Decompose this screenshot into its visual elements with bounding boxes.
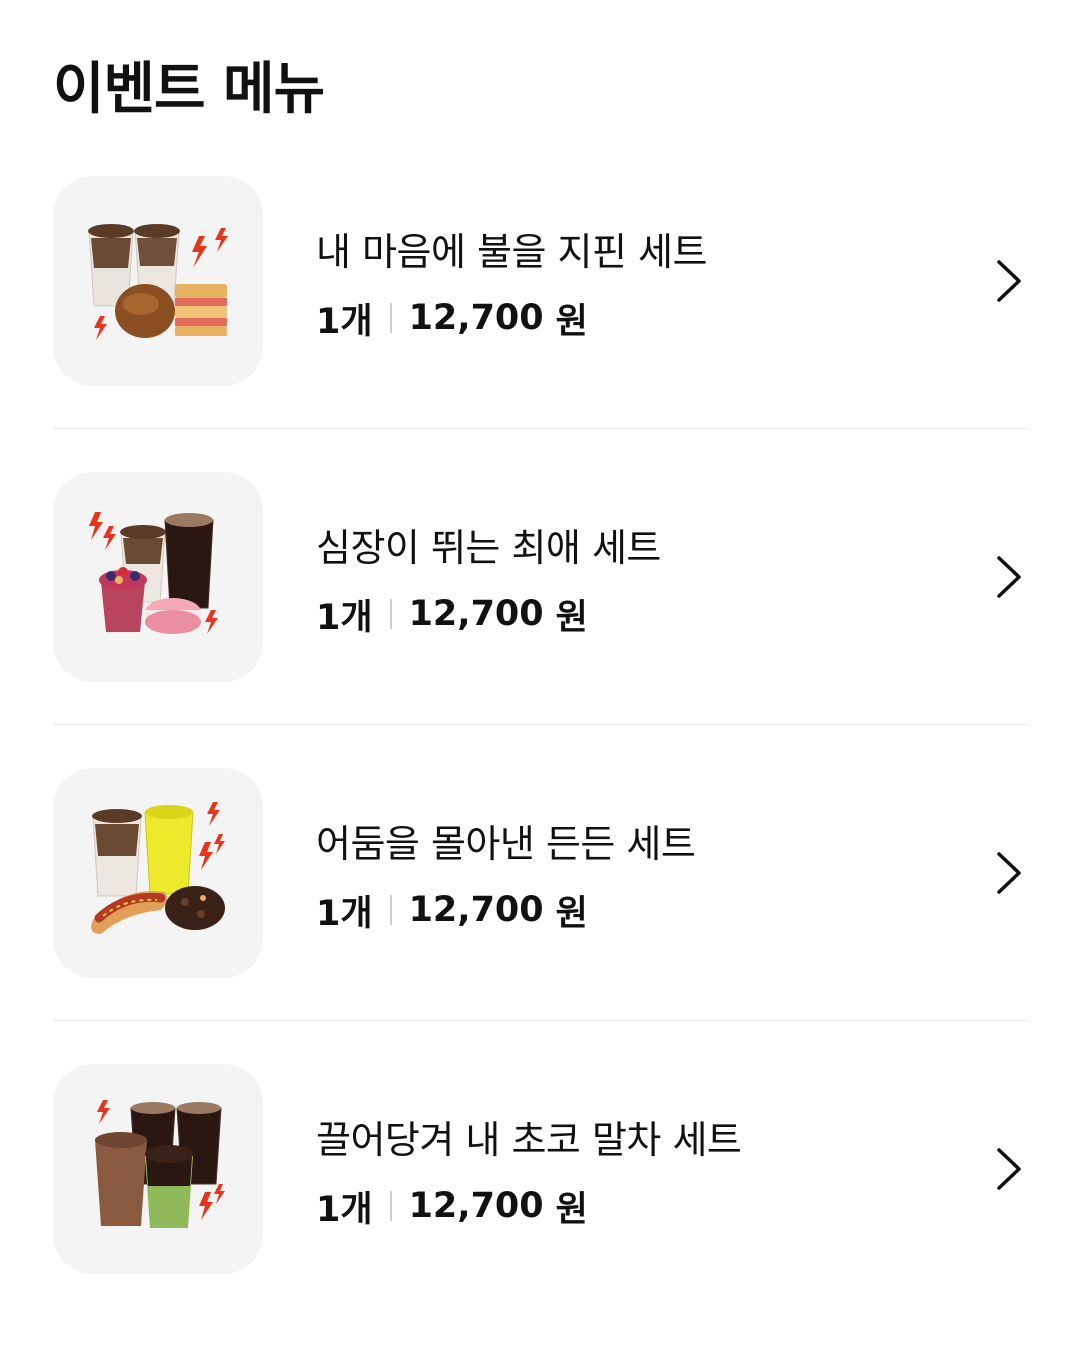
menu-item-name: 어둠을 몰아낸 든든 세트 [316,822,696,866]
divider [53,428,1028,429]
menu-item-name: 심장이 뛰는 최애 세트 [316,526,661,570]
menu-item-2[interactable]: 심장이 뛰는 최애 세트 1개 12,700 원 [53,472,1028,768]
menu-item-qty: 1개 [316,893,373,934]
menu-item-meta: 1개 12,700 원 [316,1184,588,1230]
meta-separator [389,303,392,333]
menu-item-currency: 원 [555,301,588,342]
menu-item-currency: 원 [555,893,588,934]
menu-item-1[interactable]: 내 마음에 불을 지핀 세트 1개 12,700 원 [53,176,1028,472]
chevron-right-icon[interactable] [994,554,1024,600]
chevron-right-icon[interactable] [994,258,1024,304]
menu-item-image [53,1064,263,1274]
event-menu-list: 내 마음에 불을 지핀 세트 1개 12,700 원 심장이 뛰는 최애 세트 … [53,176,1028,1360]
menu-item-name: 끌어당겨 내 초코 말차 세트 [316,1118,742,1162]
menu-item-meta: 1개 12,700 원 [316,888,588,934]
menu-item-price: 12,700 [408,1186,544,1226]
menu-item-price: 12,700 [408,890,544,930]
menu-item-image [53,768,263,978]
menu-item-price: 12,700 [408,298,544,338]
divider [53,1020,1028,1021]
choco-matcha-coffee-set-image [95,1100,225,1228]
menu-item-image [53,176,263,386]
divider [53,724,1028,725]
coffee-smoothie-macaron-set-image [89,512,218,634]
page-title: 이벤트 메뉴 [53,57,325,122]
menu-item-price: 12,700 [408,594,544,634]
chevron-right-icon[interactable] [994,1146,1024,1192]
meta-separator [389,895,392,925]
meta-separator [389,599,392,629]
menu-item-qty: 1개 [316,1189,373,1230]
latte-bread-sandwich-set-image [88,224,228,340]
latte-ade-hotdog-cookie-set-image [91,802,225,934]
menu-item-3[interactable]: 어둠을 몰아낸 든든 세트 1개 12,700 원 [53,768,1028,1064]
menu-item-qty: 1개 [316,597,373,638]
meta-separator [389,1191,392,1221]
menu-item-currency: 원 [555,1189,588,1230]
menu-item-currency: 원 [555,597,588,638]
menu-item-meta: 1개 12,700 원 [316,592,588,638]
menu-item-image [53,472,263,682]
menu-item-qty: 1개 [316,301,373,342]
menu-item-name: 내 마음에 불을 지핀 세트 [316,230,707,274]
chevron-right-icon[interactable] [994,850,1024,896]
menu-item-4[interactable]: 끌어당겨 내 초코 말차 세트 1개 12,700 원 [53,1064,1028,1360]
menu-item-meta: 1개 12,700 원 [316,296,588,342]
